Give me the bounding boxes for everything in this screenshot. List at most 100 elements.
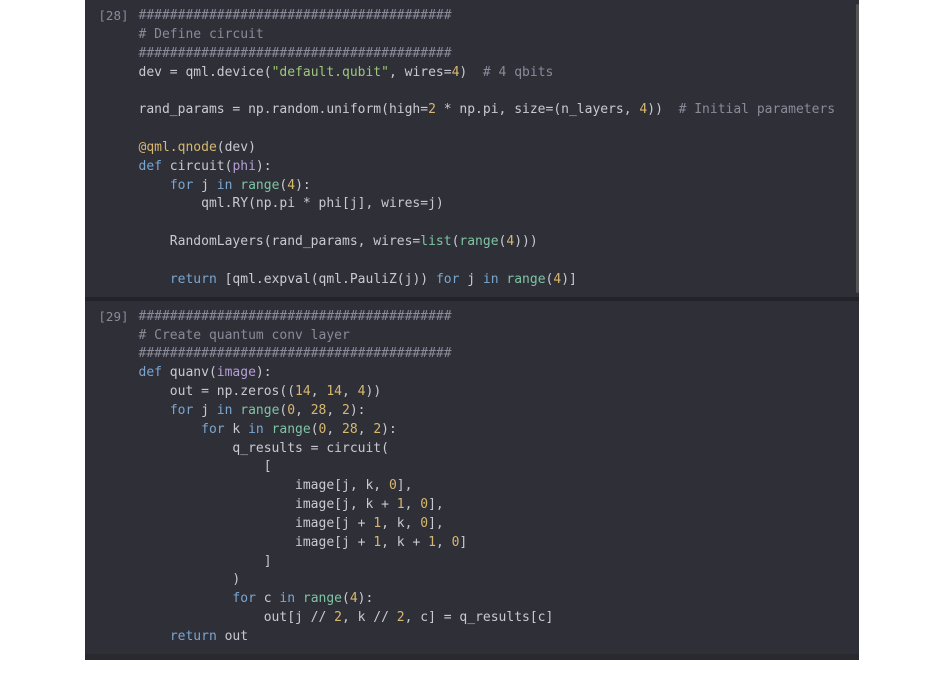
code-token: 28 <box>311 403 327 418</box>
code-token: dev = qml.device( <box>139 65 272 80</box>
code-token: in <box>217 403 233 418</box>
code-token <box>139 403 170 418</box>
code-area[interactable]: ########################################… <box>129 0 859 297</box>
code-token: ) <box>139 572 241 587</box>
code-line: # Create quantum conv layer <box>139 328 350 343</box>
code-token: * np.pi, size=(n_layers, <box>436 102 640 117</box>
code-token: ))) <box>514 234 537 249</box>
code-line: ######################################## <box>139 309 452 324</box>
code-token: j <box>193 178 216 193</box>
code-line: image[j, k, 0], <box>139 478 413 493</box>
code-token: for <box>170 178 193 193</box>
code-token: ): <box>358 591 374 606</box>
code-content[interactable]: ########################################… <box>139 308 859 647</box>
code-token: range <box>272 422 311 437</box>
code-cell[interactable]: [28]####################################… <box>85 0 859 297</box>
code-line: for j in range(0, 28, 2): <box>139 403 366 418</box>
code-token: 0 <box>420 516 428 531</box>
code-token <box>139 422 202 437</box>
code-token: ######################################## <box>139 346 452 361</box>
code-line: qml.RY(np.pi * phi[j], wires=j) <box>139 196 444 211</box>
code-token: 2 <box>342 403 350 418</box>
code-token: 2 <box>373 422 381 437</box>
code-token: ( <box>311 422 319 437</box>
code-token: ( <box>342 591 350 606</box>
code-token <box>139 178 170 193</box>
code-token: )) <box>647 102 678 117</box>
code-token: for <box>170 403 193 418</box>
code-token: in <box>248 422 264 437</box>
code-token: ): <box>256 159 272 174</box>
code-line: return out <box>139 629 249 644</box>
code-line: dev = qml.device("default.qubit", wires=… <box>139 65 554 80</box>
code-line: out = np.zeros((14, 14, 4)) <box>139 384 382 399</box>
code-token: j <box>193 403 216 418</box>
code-token: , <box>326 403 342 418</box>
code-line: q_results = circuit( <box>139 441 389 456</box>
code-token: c <box>256 591 279 606</box>
code-area[interactable]: ########################################… <box>129 301 859 654</box>
code-token: 2 <box>334 610 342 625</box>
code-token: def <box>139 365 162 380</box>
code-token: 14 <box>295 384 311 399</box>
code-token: list <box>420 234 451 249</box>
code-token: j <box>459 272 482 287</box>
code-token: , <box>342 384 358 399</box>
code-token: ): <box>350 403 366 418</box>
code-token: 2 <box>397 610 405 625</box>
code-token <box>295 591 303 606</box>
code-token: for <box>232 591 255 606</box>
code-token: 4 <box>358 384 366 399</box>
code-token: # 4 qbits <box>483 65 553 80</box>
code-line: ######################################## <box>139 8 452 23</box>
code-line: rand_params = np.random.uniform(high=2 *… <box>139 102 836 117</box>
code-token: "default.qubit" <box>272 65 389 80</box>
code-line: ) <box>139 572 241 587</box>
code-token: 14 <box>326 384 342 399</box>
code-token: ], <box>397 478 413 493</box>
code-token: range <box>459 234 498 249</box>
code-token: , k + <box>381 535 428 550</box>
code-token: @qml.qnode <box>139 140 217 155</box>
code-token: for <box>201 422 224 437</box>
code-token: ] <box>459 535 467 550</box>
code-token: def <box>139 159 162 174</box>
code-token: ] <box>139 554 272 569</box>
code-token: out[j // <box>139 610 335 625</box>
code-token: rand_params = np.random.uniform(high= <box>139 102 429 117</box>
code-token: ######################################## <box>139 46 452 61</box>
code-token: 4 <box>553 272 561 287</box>
code-line: ######################################## <box>139 346 452 361</box>
code-token: , wires= <box>389 65 452 80</box>
code-token: ], <box>428 497 444 512</box>
code-token: 2 <box>428 102 436 117</box>
cell-prompt: [28] <box>85 0 129 297</box>
code-token: [ <box>139 459 272 474</box>
code-token: image[j + <box>139 516 374 531</box>
code-line: image[j, k + 1, 0], <box>139 497 444 512</box>
code-token: # Create quantum conv layer <box>139 328 350 343</box>
scrollbar[interactable] <box>856 4 859 293</box>
code-token: [qml.expval(qml.PauliZ(j)) <box>217 272 436 287</box>
code-token: 1 <box>373 535 381 550</box>
code-line: # Define circuit <box>139 27 264 42</box>
code-line: def circuit(phi): <box>139 159 272 174</box>
code-line: image[j + 1, k, 0], <box>139 516 444 531</box>
code-token: , <box>436 535 452 550</box>
code-token: k <box>225 422 248 437</box>
code-line: RandomLayers(rand_params, wires=list(ran… <box>139 234 538 249</box>
code-token: , <box>326 422 342 437</box>
code-token: 1 <box>373 516 381 531</box>
code-content[interactable]: ########################################… <box>139 7 859 290</box>
code-line: for c in range(4): <box>139 591 374 606</box>
code-line: out[j // 2, k // 2, c] = q_results[c] <box>139 610 554 625</box>
code-cell[interactable]: [29]####################################… <box>85 297 859 654</box>
code-token: ], <box>428 516 444 531</box>
code-token: image <box>217 365 256 380</box>
code-token: # Initial parameters <box>679 102 836 117</box>
code-token: , <box>358 422 374 437</box>
code-token <box>139 272 170 287</box>
code-line: [ <box>139 459 272 474</box>
code-token: , <box>311 384 327 399</box>
code-token: return <box>170 629 217 644</box>
